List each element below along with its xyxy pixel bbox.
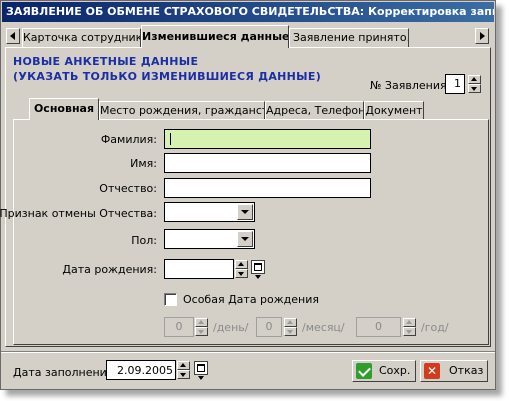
patronymic-label: Отчество: — [99, 182, 157, 195]
spin-up-icon[interactable] — [177, 361, 190, 370]
fill-date-value: 2.09.2005 — [117, 364, 173, 377]
day-value: 0 — [175, 320, 183, 333]
spin-up-icon[interactable] — [195, 318, 208, 327]
application-number-field[interactable]: 1 — [445, 74, 465, 94]
footer-divider — [1, 351, 495, 353]
calendar-dropdown-icon — [255, 275, 261, 279]
name-label: Имя: — [130, 157, 157, 170]
save-button-label: Сохр. — [379, 364, 411, 377]
spin-up-icon[interactable] — [235, 260, 248, 269]
tab-document[interactable]: Документ — [364, 101, 424, 120]
fill-date-input[interactable]: 2.09.2005 — [106, 360, 176, 380]
surname-label: Фамилия: — [100, 133, 157, 146]
fill-date-spinner[interactable] — [177, 361, 190, 379]
day-label: /день/ — [213, 321, 249, 334]
cancel-button-label: Отказ — [449, 364, 484, 377]
spin-down-icon[interactable] — [235, 269, 248, 278]
year-input[interactable]: 0 — [356, 317, 401, 337]
text-cursor — [170, 133, 171, 145]
application-number-label: № Заявления: — [370, 79, 451, 92]
month-label: /месяц/ — [302, 321, 345, 334]
spin-down-icon[interactable] — [177, 370, 190, 379]
tab-addresses-phone[interactable]: Адреса, Телефон — [265, 101, 364, 120]
birthdate-label: Дата рождения: — [62, 263, 157, 276]
month-spinner[interactable] — [284, 318, 297, 336]
chevron-down-icon[interactable] — [237, 231, 253, 247]
special-birthdate-label: Особая Дата рождения — [183, 293, 320, 306]
gender-select[interactable] — [164, 229, 255, 249]
tab-birthplace-citizenship[interactable]: Место рождения, гражданство — [99, 101, 265, 120]
calendar-icon[interactable] — [251, 260, 265, 274]
save-button[interactable]: Сохр. — [352, 360, 416, 382]
application-number-value: 1 — [454, 77, 461, 90]
tab-scroll-right-button[interactable] — [475, 28, 489, 44]
window-title: ЗАЯВЛЕНИЕ ОБ ОБМЕНЕ СТРАХОВОГО СВИДЕТЕЛЬ… — [2, 2, 494, 22]
spin-up-icon[interactable] — [468, 75, 481, 84]
triangle-left-icon — [10, 32, 15, 40]
day-spinner[interactable] — [195, 318, 208, 336]
tab-changed-data[interactable]: Изменившиеся данные — [141, 25, 289, 48]
application-number-spinner[interactable] — [468, 75, 481, 93]
tab-main[interactable]: Основная — [29, 98, 99, 120]
month-input[interactable]: 0 — [256, 317, 282, 337]
cancel-button[interactable]: ✕ Отказ — [420, 360, 488, 382]
birthdate-input[interactable] — [164, 259, 234, 279]
special-birthdate-checkbox[interactable] — [164, 293, 177, 306]
triangle-right-icon — [480, 32, 485, 40]
name-input[interactable] — [164, 153, 371, 173]
year-value: 0 — [375, 320, 382, 333]
calendar-icon[interactable] — [194, 361, 208, 375]
close-icon: ✕ — [424, 363, 440, 379]
cancel-patronymic-select[interactable] — [164, 202, 255, 222]
spin-down-icon[interactable] — [284, 327, 297, 336]
gender-label: Пол: — [131, 234, 157, 247]
fill-date-label: Дата заполнения: — [13, 366, 118, 379]
patronymic-input[interactable] — [164, 178, 371, 198]
tab-employee-card[interactable]: Карточка сотрудника — [22, 28, 141, 47]
spin-down-icon[interactable] — [468, 84, 481, 93]
section-heading-line1: НОВЫЕ АНКЕТНЫЕ ДАННЫЕ — [13, 55, 199, 68]
year-label: /год/ — [421, 321, 449, 334]
day-input[interactable]: 0 — [164, 317, 194, 337]
cancel-patronymic-label: Признак отмены Отчества: — [0, 207, 157, 220]
calendar-dropdown-icon — [198, 376, 204, 380]
chevron-down-icon[interactable] — [237, 204, 253, 220]
year-spinner[interactable] — [403, 318, 416, 336]
surname-input[interactable] — [164, 129, 371, 149]
month-value: 0 — [265, 320, 273, 333]
birthdate-spinner[interactable] — [235, 260, 248, 278]
section-heading-line2: (УКАЗАТЬ ТОЛЬКО ИЗМЕНИВШИЕСЯ ДАННЫЕ) — [13, 70, 322, 83]
tab-scroll-left-button[interactable] — [6, 28, 20, 44]
spin-up-icon[interactable] — [284, 318, 297, 327]
spin-down-icon[interactable] — [195, 327, 208, 336]
tab-application-accepted[interactable]: Заявление принято... — [289, 28, 409, 47]
spin-up-icon[interactable] — [403, 318, 416, 327]
spin-down-icon[interactable] — [403, 327, 416, 336]
dialog-window: ЗАЯВЛЕНИЕ ОБ ОБМЕНЕ СТРАХОВОГО СВИДЕТЕЛЬ… — [0, 0, 496, 390]
